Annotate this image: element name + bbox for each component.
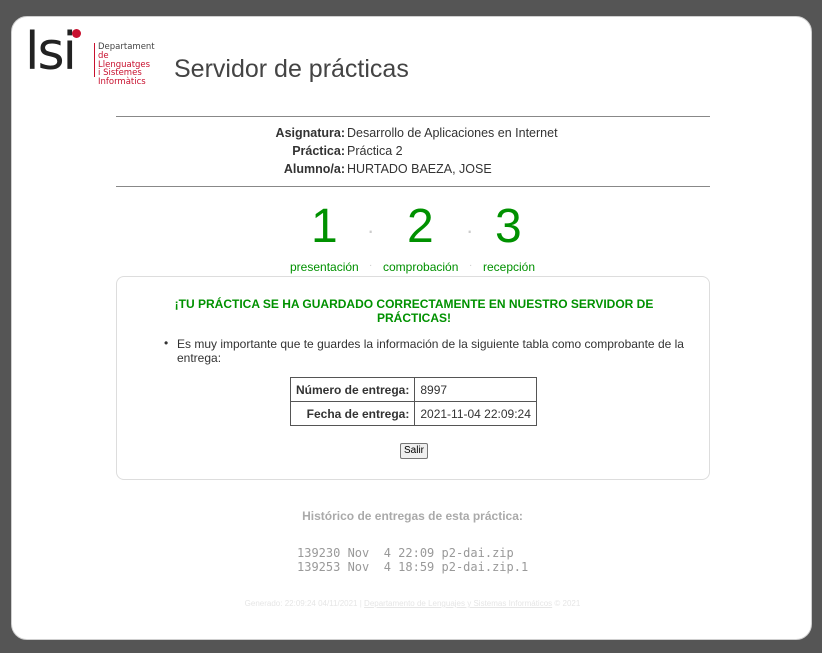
footer-department-link[interactable]: Departamento de Lenguajes y Sistemas Inf… (364, 599, 552, 608)
footer-generated: Generado: 22:09:24 04/11/2021 | (244, 599, 362, 608)
logo-divider (94, 43, 95, 77)
step-2-number: 2 (407, 200, 434, 253)
step-3-number: 3 (495, 200, 522, 253)
step-separator: · (369, 260, 373, 271)
info-row-student: Alumno/a: HURTADO BAEZA, JOSE (116, 160, 710, 178)
step-separator: · (469, 260, 473, 271)
info-value: HURTADO BAEZA, JOSE (347, 162, 492, 176)
step-3-label: recepción (483, 260, 536, 274)
receipt-table: Número de entrega: 8997 Fecha de entrega… (289, 377, 537, 426)
bullet-icon: • (164, 336, 169, 350)
history-entry: 139253 Nov 4 18:59 p2-dai.zip.1 (297, 560, 529, 574)
success-message-text: ¡TU PRÁCTICA SE HA GUARDADO CORRECTAMENT… (174, 297, 654, 325)
info-label: Alumno/a: (283, 162, 345, 176)
receipt-key: Número de entrega: (289, 377, 416, 402)
page-title: Servidor de prácticas (174, 55, 409, 83)
info-value: Práctica 2 (347, 144, 403, 158)
lsi-logo: lsi Departament de Llenguatges i Sisteme… (25, 22, 157, 86)
receipt-notice: • Es muy importante que te guardes la in… (164, 336, 697, 365)
receipt-value: 2021-11-04 22:09:24 (414, 401, 537, 426)
divider-top (116, 116, 710, 117)
info-label: Práctica: (292, 144, 345, 158)
divider-bottom (116, 186, 710, 187)
notice-text: Es muy importante que te guardes la info… (177, 337, 684, 365)
info-label: Asignatura: (275, 126, 345, 140)
step-separator: · (367, 218, 375, 243)
table-row: Fecha de entrega: 2021-11-04 22:09:24 (289, 401, 537, 426)
history-entry: 139230 Nov 4 22:09 p2-dai.zip (297, 546, 514, 560)
step-1-label: presentación (290, 260, 359, 274)
logo-department-text: Departament de Llenguatges i Sistemes In… (98, 43, 157, 87)
page-card: lsi Departament de Llenguatges i Sisteme… (11, 16, 812, 640)
success-message: ¡TU PRÁCTICA SE HA GUARDADO CORRECTAMENT… (117, 297, 711, 325)
exit-button[interactable]: Salir (400, 443, 429, 459)
logo-mark: lsi (25, 22, 77, 82)
step-separator: · (466, 218, 474, 243)
footer: Generado: 22:09:24 04/11/2021 | Departam… (12, 599, 813, 608)
receipt-key: Fecha de entrega: (289, 401, 416, 426)
table-row: Número de entrega: 8997 (289, 377, 537, 402)
result-panel: ¡TU PRÁCTICA SE HA GUARDADO CORRECTAMENT… (116, 276, 710, 480)
logo-line: de Llenguatges (98, 50, 151, 70)
step-1-number: 1 (311, 200, 338, 253)
info-value: Desarrollo de Aplicaciones en Internet (347, 126, 558, 140)
receipt-value: 8997 (414, 377, 537, 402)
history-title: Histórico de entregas de esta práctica: (302, 509, 523, 523)
footer-copyright: © 2021 (554, 599, 581, 608)
info-row-subject: Asignatura: Desarrollo de Aplicaciones e… (116, 124, 710, 142)
step-2-label: comprobación (383, 260, 459, 274)
logo-line: Informàtics (98, 77, 146, 88)
info-row-practice: Práctica: Práctica 2 (116, 142, 710, 160)
logo-dot-icon (72, 29, 81, 38)
history-list: 139230 Nov 4 22:09 p2-dai.zip 139253 Nov … (297, 546, 528, 574)
submission-info: Asignatura: Desarrollo de Aplicaciones e… (116, 124, 710, 178)
